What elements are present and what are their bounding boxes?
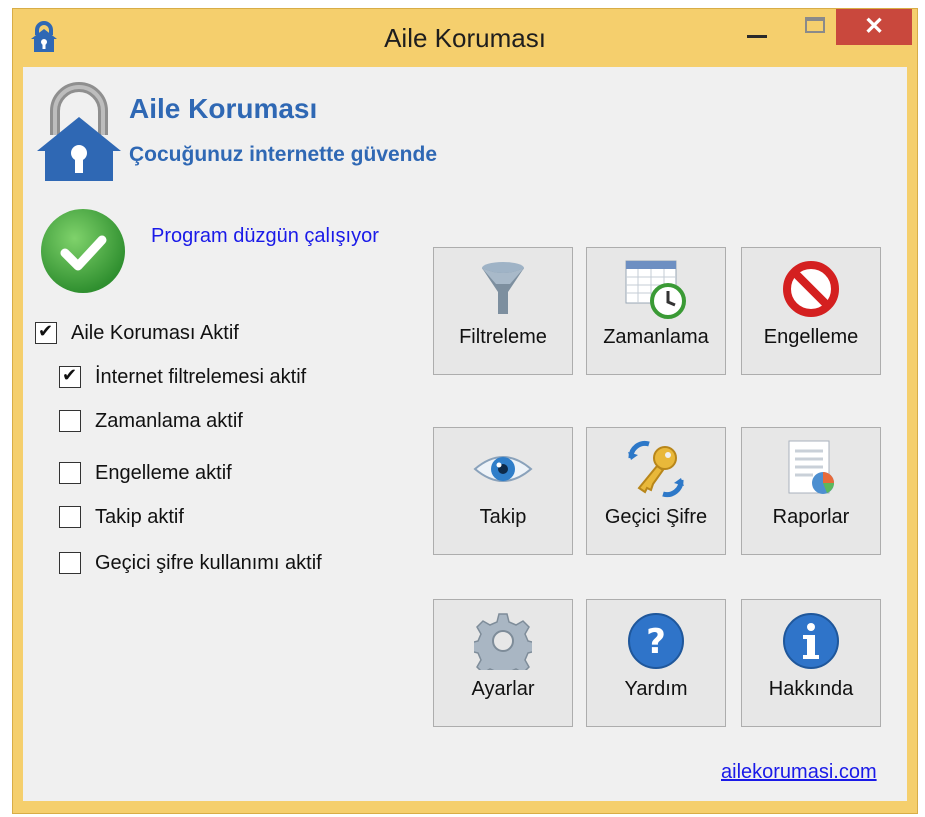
- hakkinda-button[interactable]: Hakkında: [741, 599, 881, 727]
- tile-label: Zamanlama: [603, 326, 709, 348]
- check-circle-icon: [41, 209, 125, 293]
- setting-label: Zamanlama aktif: [95, 409, 243, 432]
- close-button[interactable]: ✕: [836, 9, 912, 45]
- calendar-clock-icon: [625, 260, 686, 319]
- ayarlar-button[interactable]: Ayarlar: [433, 599, 573, 727]
- maximize-button[interactable]: [787, 9, 843, 47]
- checkbox[interactable]: [35, 321, 57, 344]
- key-icon: [628, 440, 684, 498]
- tile-label: Hakkında: [768, 678, 854, 700]
- prohibited-icon: [783, 261, 839, 317]
- svg-text:?: ?: [646, 622, 666, 662]
- info-icon: [783, 613, 839, 669]
- raporlar-button[interactable]: Raporlar: [741, 427, 881, 555]
- engelleme-button[interactable]: Engelleme: [741, 247, 881, 375]
- tile-label: Raporlar: [772, 506, 850, 528]
- setting-takip[interactable]: Takip aktif: [59, 503, 184, 531]
- help-icon: ?: [628, 613, 684, 669]
- eye-icon: [473, 456, 533, 482]
- tile-label: Ayarlar: [471, 678, 535, 700]
- takip-button[interactable]: Takip: [433, 427, 573, 555]
- minimize-button[interactable]: [729, 9, 785, 47]
- funnel-icon: [482, 262, 524, 314]
- main-panel: Aile Koruması Çocuğunuz internette güven…: [23, 67, 907, 801]
- setting-gecici-sifre[interactable]: Geçici şifre kullanımı aktif: [59, 549, 322, 577]
- setting-zamanlama[interactable]: Zamanlama aktif: [59, 407, 243, 435]
- brand-title: Aile Koruması: [129, 93, 318, 124]
- tile-label: Yardım: [624, 678, 688, 700]
- zamanlama-button[interactable]: Zamanlama: [586, 247, 726, 375]
- checkbox[interactable]: [59, 462, 81, 484]
- tile-label: Engelleme: [763, 326, 859, 348]
- checkbox[interactable]: [59, 552, 81, 574]
- setting-label: Aile Koruması Aktif: [71, 321, 239, 344]
- gecici-sifre-button[interactable]: Geçici Şifre: [586, 427, 726, 555]
- setting-label: Takip aktif: [95, 505, 184, 528]
- tile-label: Takip: [479, 506, 527, 528]
- tile-label: Filtreleme: [459, 326, 547, 348]
- title-bar[interactable]: Aile Koruması ✕: [13, 9, 917, 69]
- setting-label: Engelleme aktif: [95, 461, 232, 484]
- website-link[interactable]: ailekorumasi.com: [721, 761, 877, 784]
- brand-subtitle: Çocuğunuz internette güvende: [129, 143, 438, 166]
- checkbox[interactable]: [59, 365, 81, 388]
- checkbox[interactable]: [59, 410, 81, 432]
- setting-internet-filtreleme[interactable]: İnternet filtrelemesi aktif: [59, 363, 306, 391]
- report-icon: [788, 440, 834, 494]
- lock-house-logo: [37, 82, 121, 181]
- setting-engelleme[interactable]: Engelleme aktif: [59, 459, 232, 487]
- tile-label: Geçici Şifre: [604, 506, 708, 528]
- app-window: Aile Koruması ✕ Aile Koruması Çocuğunuz …: [12, 8, 918, 814]
- gear-icon: [474, 613, 532, 670]
- status-text: Program düzgün çalışıyor: [151, 225, 379, 247]
- setting-label: İnternet filtrelemesi aktif: [95, 365, 307, 388]
- setting-label: Geçici şifre kullanımı aktif: [95, 551, 322, 574]
- checkbox[interactable]: [59, 506, 81, 528]
- setting-aile-korumasi[interactable]: Aile Koruması Aktif: [35, 319, 239, 347]
- yardim-button[interactable]: ? Yardım: [586, 599, 726, 727]
- filtreleme-button[interactable]: Filtreleme: [433, 247, 573, 375]
